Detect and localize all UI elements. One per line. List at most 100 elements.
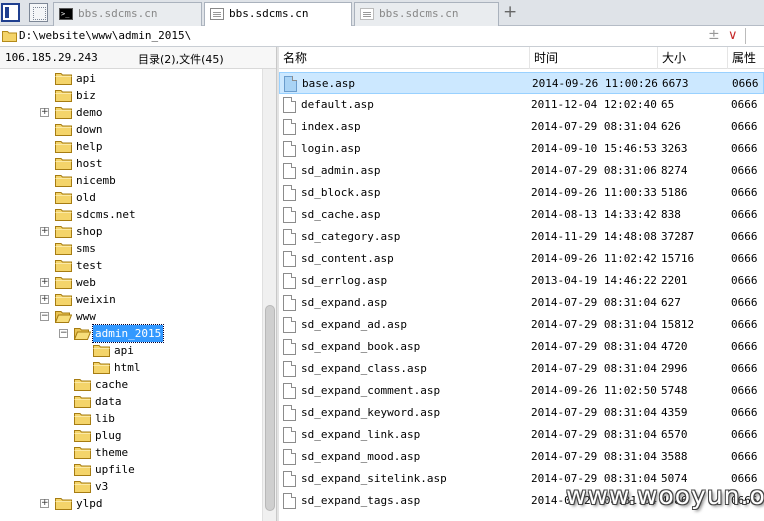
file-row[interactable]: sd_expand_ad.asp 2014-07-29 08:31:04 15812…: [279, 314, 764, 336]
tree-item[interactable]: + web: [0, 274, 262, 291]
tree-item[interactable]: api: [0, 70, 262, 87]
tree-item[interactable]: + demo: [0, 104, 262, 121]
tree-item[interactable]: old: [0, 189, 262, 206]
column-attr-header[interactable]: 属性: [727, 47, 764, 69]
tree-item[interactable]: + shop: [0, 223, 262, 240]
file-row[interactable]: sd_expand_class.asp 2014-07-29 08:31:04 29…: [279, 358, 764, 380]
file-row[interactable]: sd_expand_comment.asp 2014-09-26 11:02:50…: [279, 380, 764, 402]
tree-item[interactable]: upfile: [0, 461, 262, 478]
tree-item[interactable]: + ylpd: [0, 495, 262, 512]
folder-icon: [55, 123, 72, 136]
file-list[interactable]: base.asp 2014-09-26 11:00:26 6673 0666 defau…: [279, 69, 764, 521]
file-row[interactable]: sd_cache.asp 2014-08-13 14:33:42 838 0666: [279, 204, 764, 226]
panel-toggle-button[interactable]: [1, 3, 20, 22]
address-dropdown-button[interactable]: ∨: [728, 28, 738, 43]
file-attr: 0666: [731, 252, 758, 265]
file-attr: 0666: [731, 274, 758, 287]
tree-item-label: weixin: [76, 293, 116, 306]
tree-item[interactable]: api: [0, 342, 262, 359]
address-path-input[interactable]: D:\website\www\admin_2015\: [19, 29, 191, 42]
tree-item[interactable]: help: [0, 138, 262, 155]
folder-icon: [55, 140, 72, 153]
file-time: 2014-07-29 08:31:04: [531, 120, 657, 133]
new-session-button[interactable]: [29, 3, 48, 22]
tree-scrollbar[interactable]: [262, 69, 276, 521]
file-name: sd_expand_comment.asp: [301, 384, 441, 397]
tree-item[interactable]: data: [0, 393, 262, 410]
expand-icon[interactable]: +: [40, 499, 49, 508]
address-go-button[interactable]: [745, 28, 760, 44]
file-row[interactable]: sd_expand_link.asp 2014-07-29 08:31:04 657…: [279, 424, 764, 446]
file-row[interactable]: index.asp 2014-07-29 08:31:04 626 0666: [279, 116, 764, 138]
expand-icon[interactable]: +: [40, 295, 49, 304]
tree-item[interactable]: plug: [0, 427, 262, 444]
file-row[interactable]: login.asp 2014-09-10 15:46:53 3263 0666: [279, 138, 764, 160]
file-row[interactable]: sd_block.asp 2014-09-26 11:00:33 5186 0666: [279, 182, 764, 204]
file-row[interactable]: sd_errlog.asp 2013-04-19 14:46:22 2201 0666: [279, 270, 764, 292]
tree-item[interactable]: lib: [0, 410, 262, 427]
tree-item-label: v3: [95, 480, 109, 493]
expand-icon[interactable]: +: [40, 227, 49, 236]
file-row[interactable]: sd_admin.asp 2014-07-29 08:31:06 8274 0666: [279, 160, 764, 182]
file-row[interactable]: sd_expand_keyword.asp 2014-07-29 08:31:04…: [279, 402, 764, 424]
tab-session-2[interactable]: bbs.sdcms.cn: [204, 2, 352, 27]
file-row[interactable]: default.asp 2011-12-04 12:02:40 65 0666: [279, 94, 764, 116]
file-name: sd_expand_mood.asp: [301, 450, 421, 463]
file-icon: [283, 427, 296, 443]
file-size: 626: [661, 120, 681, 133]
tree-item-label: admin_2015: [91, 324, 165, 343]
folder-icon: [55, 89, 72, 102]
file-attr: 0666: [731, 450, 758, 463]
bookmark-add-button[interactable]: ±: [708, 27, 720, 43]
tree-item[interactable]: sdcms.net: [0, 206, 262, 223]
tree-scrollbar-thumb[interactable]: [265, 305, 275, 511]
file-row[interactable]: sd_expand_mood.asp 2014-07-29 08:31:04 358…: [279, 446, 764, 468]
tree-item[interactable]: down: [0, 121, 262, 138]
tree-item[interactable]: test: [0, 257, 262, 274]
file-size: 838: [661, 208, 681, 221]
file-row[interactable]: base.asp 2014-09-26 11:00:26 6673 0666: [279, 72, 764, 94]
tree-item[interactable]: nicemb: [0, 172, 262, 189]
tree-item[interactable]: + weixin: [0, 291, 262, 308]
tree-item[interactable]: cache: [0, 376, 262, 393]
tab-session-3[interactable]: bbs.sdcms.cn: [354, 2, 499, 26]
file-name: sd_expand_sitelink.asp: [301, 472, 447, 485]
collapse-icon[interactable]: −: [59, 329, 68, 338]
expand-icon[interactable]: +: [40, 278, 49, 287]
collapse-icon[interactable]: −: [40, 312, 49, 321]
file-row[interactable]: sd_expand_book.asp 2014-07-29 08:31:04 472…: [279, 336, 764, 358]
tab-session-1[interactable]: bbs.sdcms.cn: [53, 2, 202, 26]
file-size: 4359: [661, 406, 688, 419]
tree-item[interactable]: html: [0, 359, 262, 376]
file-time: 2014-09-10 15:46:53: [531, 142, 657, 155]
folder-icon: [55, 242, 72, 255]
file-row[interactable]: sd_expand.asp 2014-07-29 08:31:04 627 0666: [279, 292, 764, 314]
file-row[interactable]: sd_content.asp 2014-09-26 11:02:42 15716 06…: [279, 248, 764, 270]
tree-item[interactable]: biz: [0, 87, 262, 104]
expand-icon[interactable]: +: [40, 108, 49, 117]
file-time: 2014-08-13 14:33:42: [531, 208, 657, 221]
tree-item[interactable]: theme: [0, 444, 262, 461]
file-time: 2014-11-29 14:48:08: [531, 230, 657, 243]
tree-item-label: help: [76, 140, 103, 153]
add-tab-button[interactable]: +: [503, 3, 517, 22]
tree-item-label: down: [76, 123, 103, 136]
file-size: 15716: [661, 252, 695, 265]
file-icon: [283, 317, 296, 333]
tab-label: bbs.sdcms.cn: [229, 7, 309, 20]
directory-tree[interactable]: api biz + demo down help host nicemb old sdcms.ne…: [0, 69, 262, 521]
file-size: 6673: [662, 77, 689, 90]
tree-item[interactable]: sms: [0, 240, 262, 257]
column-name-header[interactable]: 名称: [279, 47, 529, 69]
tree-item[interactable]: − admin_2015: [0, 324, 262, 343]
file-row[interactable]: sd_category.asp 2014-11-29 14:48:08 37287 0…: [279, 226, 764, 248]
file-attr: 0666: [731, 208, 758, 221]
folder-icon: [74, 378, 91, 391]
tree-item[interactable]: v3: [0, 478, 262, 495]
file-size: 4720: [661, 340, 688, 353]
file-name: base.asp: [302, 77, 355, 90]
tree-item[interactable]: host: [0, 155, 262, 172]
column-size-header[interactable]: 大小: [657, 47, 727, 69]
column-time-header[interactable]: 时间: [529, 47, 657, 69]
tree-item[interactable]: − www: [0, 308, 262, 325]
